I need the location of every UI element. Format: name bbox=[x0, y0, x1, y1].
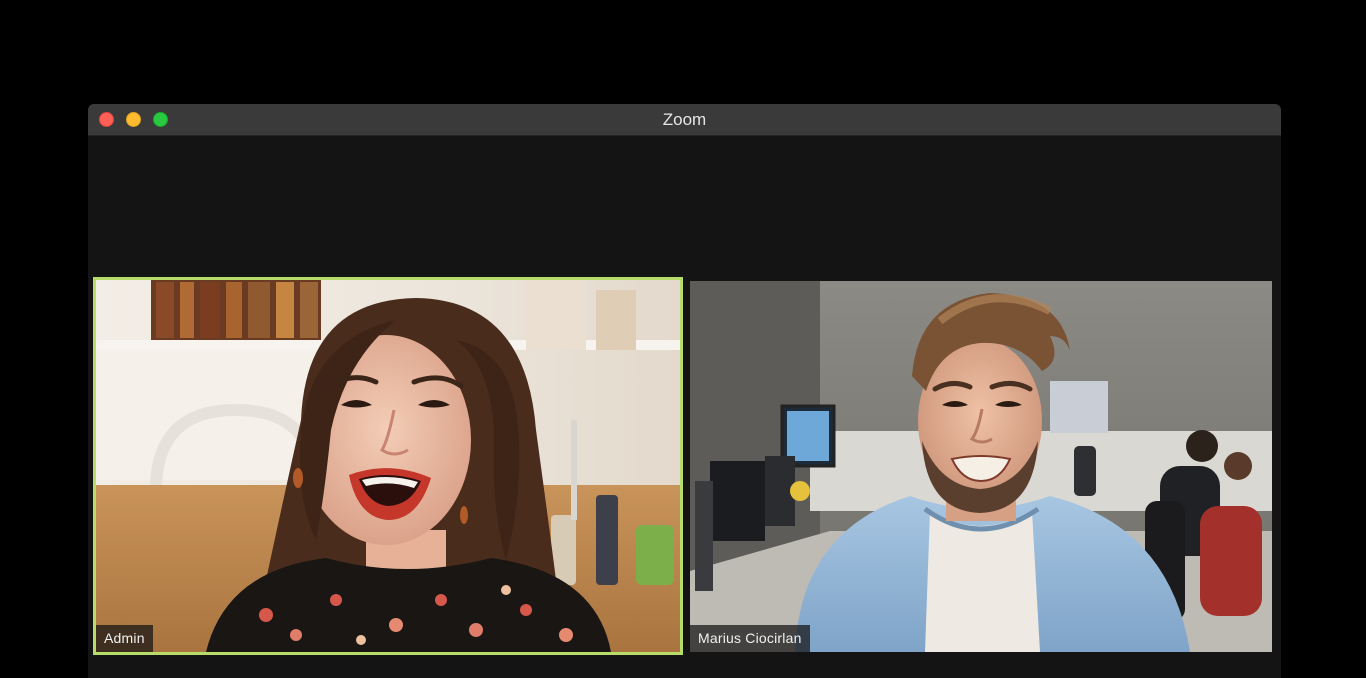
window-title: Zoom bbox=[662, 110, 707, 129]
zoom-window: Zoom Admin Marius Ciocirlan bbox=[88, 104, 1281, 678]
video-tile-admin[interactable]: Admin bbox=[93, 277, 683, 655]
participant-name-label: Marius Ciocirlan bbox=[690, 625, 810, 652]
title-bar[interactable]: Zoom bbox=[88, 104, 1281, 136]
marius-video-feed bbox=[690, 281, 1272, 652]
participant-name-label: Admin bbox=[96, 625, 153, 652]
admin-video-feed bbox=[96, 280, 680, 652]
video-tile-marius-ciocirlan[interactable]: Marius Ciocirlan bbox=[690, 281, 1272, 652]
